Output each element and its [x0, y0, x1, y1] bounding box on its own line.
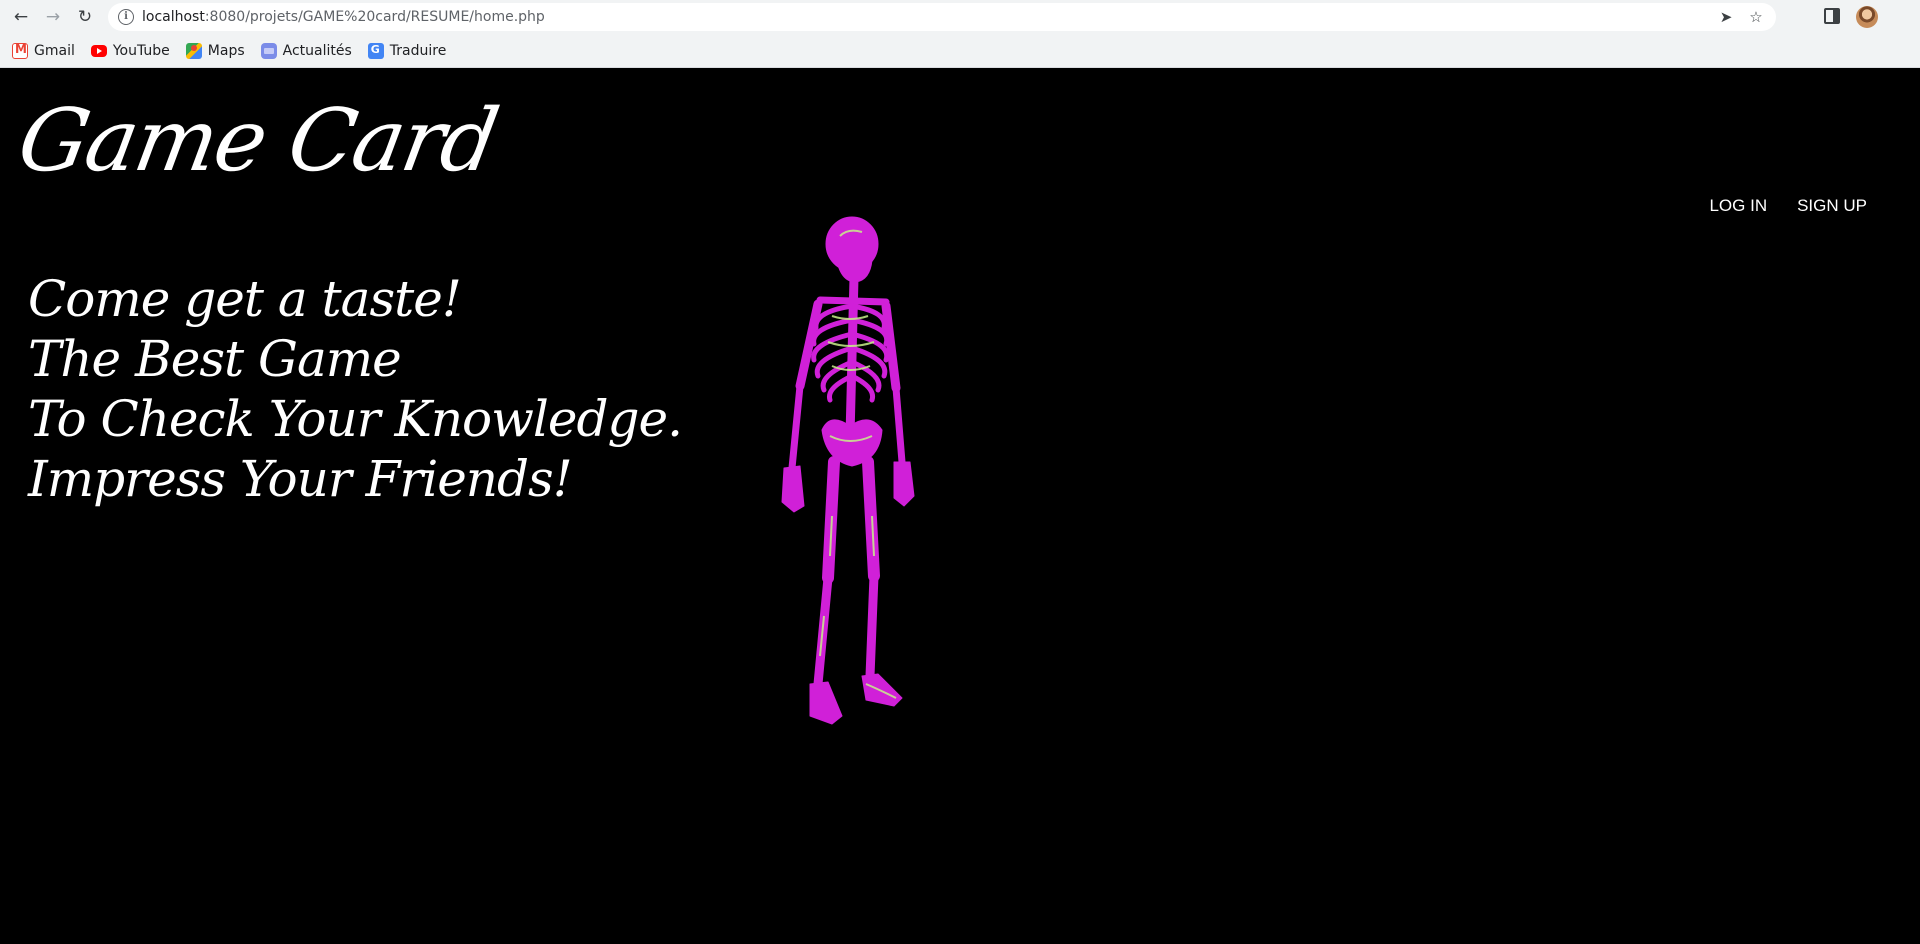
skeleton-illustration — [781, 216, 915, 725]
bookmark-label: Actualités — [282, 42, 352, 59]
browser-toolbar: ← → ↻ i localhost:8080/projets/GAME%20ca… — [0, 0, 1920, 34]
translate-icon — [367, 42, 384, 59]
back-arrow-icon[interactable]: ← — [9, 5, 33, 29]
hero-text: Come get a taste! The Best Game To Check… — [28, 269, 683, 509]
bookmark-gmail[interactable]: Gmail — [12, 42, 75, 59]
forward-arrow-icon[interactable]: → — [41, 5, 65, 29]
bookmark-star-icon[interactable]: ☆ — [1746, 7, 1766, 27]
url-path: :8080/projets/GAME%20card/RESUME/home.ph… — [204, 9, 545, 25]
signup-link[interactable]: SIGN UP — [1797, 196, 1867, 216]
bookmark-traduire[interactable]: Traduire — [367, 42, 447, 59]
site-info-icon[interactable]: i — [118, 9, 134, 25]
side-panel-icon[interactable] — [1824, 8, 1840, 24]
bookmarks-bar: Gmail YouTube Maps Actualités Traduire — [0, 34, 1920, 68]
site-logo[interactable]: Game Card — [11, 91, 504, 191]
bookmark-maps[interactable]: Maps — [185, 42, 245, 59]
hero-line: To Check Your Knowledge. — [28, 390, 683, 448]
youtube-icon — [90, 44, 107, 57]
gmail-icon — [12, 42, 28, 59]
url-text[interactable]: localhost:8080/projets/GAME%20card/RESUM… — [142, 9, 545, 25]
hero-line: The Best Game — [28, 330, 402, 388]
hero-line: Come get a taste! — [28, 270, 462, 328]
bookmark-label: YouTube — [112, 42, 170, 59]
auth-nav: LOG IN SIGN UP — [1709, 196, 1867, 216]
hero-line: Impress Your Friends! — [28, 450, 573, 508]
send-icon[interactable]: ➤ — [1716, 7, 1736, 27]
news-icon — [260, 42, 277, 59]
bookmark-label: Maps — [207, 42, 245, 59]
url-host: localhost — [142, 9, 205, 25]
bookmark-actualites[interactable]: Actualités — [260, 42, 352, 59]
profile-avatar[interactable] — [1856, 6, 1878, 28]
page-content: Game Card LOG IN SIGN UP Come get a tast… — [0, 69, 1920, 944]
bookmark-label: Gmail — [34, 42, 75, 59]
address-bar[interactable]: i localhost:8080/projets/GAME%20card/RES… — [108, 3, 1776, 31]
login-link[interactable]: LOG IN — [1709, 196, 1767, 216]
reload-icon[interactable]: ↻ — [73, 5, 97, 29]
bookmark-label: Traduire — [389, 42, 447, 59]
bookmark-youtube[interactable]: YouTube — [90, 42, 170, 59]
maps-icon — [185, 42, 202, 59]
